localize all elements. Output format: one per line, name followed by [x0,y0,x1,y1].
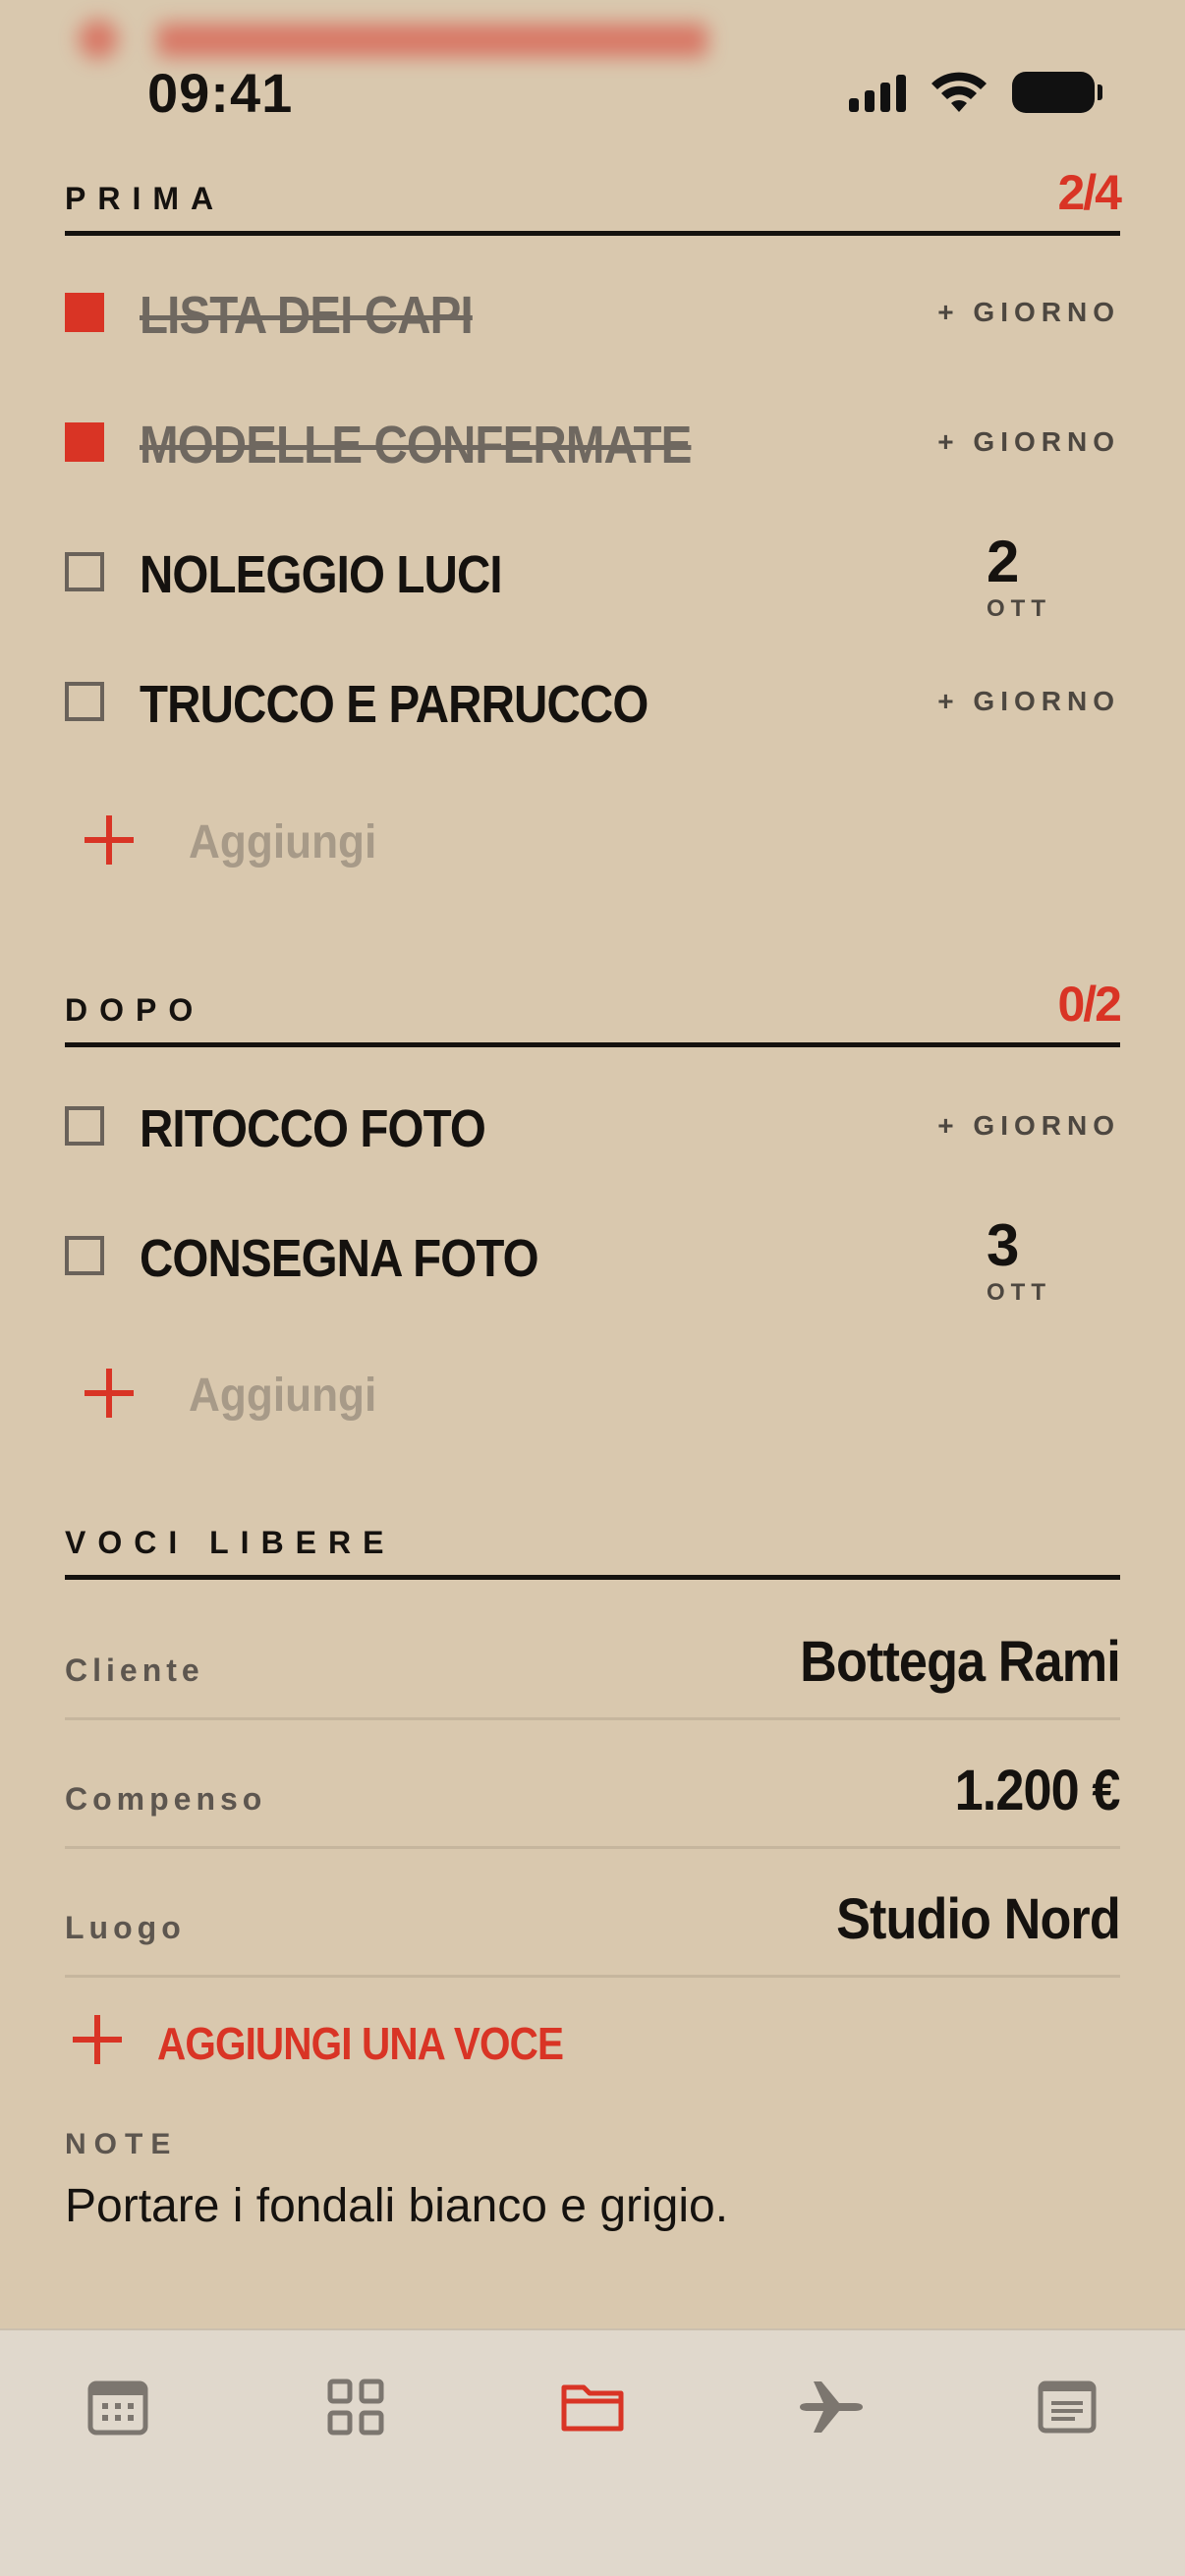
blurred-header [59,8,707,67]
field-row-luogo[interactable]: Luogo Studio Nord [65,1849,1121,1978]
checkbox-unchecked[interactable] [65,552,104,591]
task-row[interactable]: MODELLE CONFERMATE + GIORNO [65,393,1120,491]
field-key: Compenso [65,1781,267,1817]
checkbox-unchecked[interactable] [65,1106,104,1146]
task-label: RITOCCO FOTO [140,1099,486,1158]
field-row-cliente[interactable]: Cliente Bottega Rami [65,1592,1121,1720]
add-entry-label: AGGIUNGI UNA VOCE [157,2018,564,2069]
task-date-month: OTT [987,1279,1051,1306]
section-header-voci-libere: VOCI LIBERE [65,1511,1120,1580]
section-header-dopo: DOPO 0/2 [65,977,1122,1047]
notes-icon [1038,2380,1097,2434]
task-date[interactable]: 2 OTT [987,532,1051,623]
plus-icon [85,1369,134,1418]
section-progress: 2/4 [1057,165,1122,220]
task-row[interactable]: CONSEGNA FOTO 3 OTT [65,1206,1120,1307]
task-label: LISTA DEI CAPI [140,286,474,345]
notes-title: NOTE [65,2128,179,2160]
section-progress: 0/2 [1057,977,1122,1032]
grid-icon [327,2379,384,2436]
task-row[interactable]: LISTA DEI CAPI + GIORNO [65,263,1120,362]
checkbox-checked[interactable] [65,293,104,332]
add-task-button[interactable]: Aggiungi [65,798,1120,876]
folder-icon [561,2384,624,2432]
add-day-button[interactable]: + GIORNO [937,297,1120,328]
section-title: DOPO [65,992,205,1028]
add-task-button[interactable]: Aggiungi [65,1351,1120,1429]
section-title: PRIMA [65,181,226,216]
add-task-label: Aggiungi [189,1370,377,1422]
field-key: Luogo [65,1910,186,1945]
calendar-icon [87,2380,148,2436]
field-key: Cliente [65,1652,204,1688]
task-date[interactable]: 3 OTT [987,1216,1051,1307]
task-row[interactable]: RITOCCO FOTO + GIORNO [65,1077,1120,1175]
task-label: MODELLE CONFERMATE [140,416,692,475]
field-value[interactable]: 1.200 € [955,1758,1121,1823]
battery-icon [1012,72,1102,113]
plus-icon [85,815,134,865]
tab-projects[interactable] [534,2378,651,2476]
task-label: CONSEGNA FOTO [140,1229,539,1288]
notes-text[interactable]: Portare i fondali bianco e grigio. [65,2179,728,2233]
airplane-icon [800,2381,863,2433]
add-task-label: Aggiungi [189,816,377,868]
add-day-button[interactable]: + GIORNO [937,426,1120,458]
section-header-prima: PRIMA 2/4 [65,165,1122,236]
status-icons [849,71,1102,114]
task-row[interactable]: NOLEGGIO LUCI 2 OTT [65,523,1120,623]
field-row-compenso[interactable]: Compenso 1.200 € [65,1720,1121,1849]
status-time: 09:41 [147,62,294,124]
wifi-icon [931,72,987,112]
add-entry-button[interactable]: AGGIUNGI UNA VOCE [65,1989,1120,2088]
task-row[interactable]: TRUCCO E PARRUCCO + GIORNO [65,652,1120,751]
add-day-button[interactable]: + GIORNO [937,1110,1120,1142]
section-title: VOCI LIBERE [65,1525,396,1560]
task-date-month: OTT [987,595,1051,622]
task-label: NOLEGGIO LUCI [140,545,503,604]
tab-calendar[interactable] [59,2378,177,2476]
checkbox-checked[interactable] [65,422,104,462]
task-label: TRUCCO E PARRUCCO [140,675,649,734]
plus-icon [73,2015,122,2064]
field-value[interactable]: Bottega Rami [800,1629,1121,1695]
task-date-day: 3 [987,1212,1020,1278]
tab-travel[interactable] [771,2378,889,2476]
field-value[interactable]: Studio Nord [836,1886,1121,1952]
tab-bar [0,2328,1185,2576]
checkbox-unchecked[interactable] [65,1236,104,1275]
task-date-day: 2 [987,529,1020,594]
add-day-button[interactable]: + GIORNO [937,686,1120,717]
signal-icon [849,73,906,112]
checkbox-unchecked[interactable] [65,682,104,721]
tab-grid[interactable] [297,2378,415,2476]
tab-notes[interactable] [1008,2378,1126,2476]
